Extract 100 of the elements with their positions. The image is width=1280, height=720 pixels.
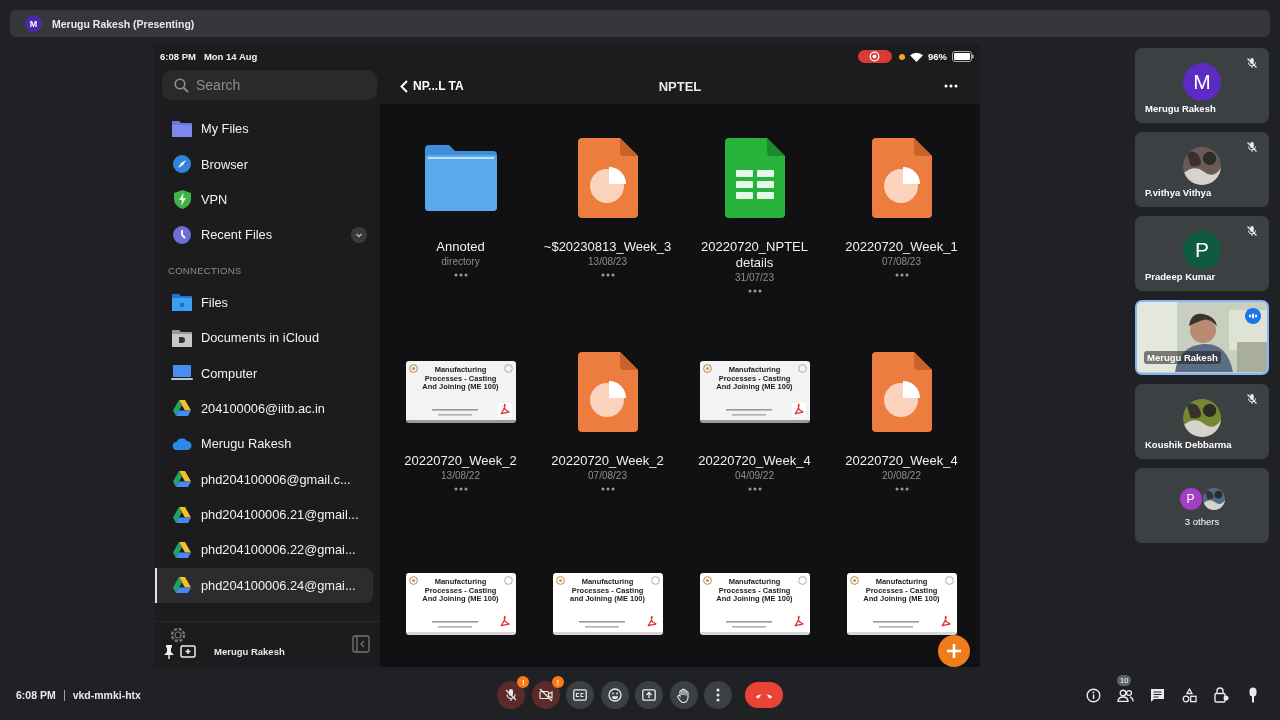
alert-badge: ! xyxy=(517,676,530,688)
file-name: 20220720_Week_4 xyxy=(844,453,959,469)
emblem-icon xyxy=(702,576,712,585)
back-button[interactable]: NP...L TA xyxy=(400,79,464,93)
emblem-icon xyxy=(797,364,807,373)
more-icon[interactable] xyxy=(599,273,616,277)
search-icon xyxy=(174,78,189,93)
shapes-icon[interactable] xyxy=(1181,687,1197,703)
sidebar-item[interactable]: phd204100006.24@gmai... xyxy=(155,567,373,604)
emblem-icon xyxy=(944,576,954,585)
file-date: 13/08/22 xyxy=(441,470,480,481)
sidebar-item[interactable]: Documents in iCloud xyxy=(155,319,373,356)
chat-icon[interactable] xyxy=(1149,687,1165,703)
sidebar-item[interactable]: Files xyxy=(155,284,373,320)
participant-name: 3 others xyxy=(1184,516,1220,527)
emblem-icon xyxy=(555,576,565,585)
presentation-file-icon[interactable] xyxy=(871,352,932,432)
emblem-icon xyxy=(650,576,660,585)
sidebar-item[interactable]: Computer xyxy=(155,355,373,391)
drive-icon xyxy=(173,400,191,417)
participant-tile[interactable]: P.vithya Vithya xyxy=(1135,132,1269,207)
battery-level: 96% xyxy=(928,51,947,62)
file-date: 20/08/22 xyxy=(882,470,921,481)
sidebar-item[interactable]: My Files xyxy=(155,111,373,147)
text-lines-icon xyxy=(431,621,478,629)
clock-icon xyxy=(173,225,191,244)
chevron-down-icon[interactable] xyxy=(351,226,367,243)
meeting-code: vkd-mmki-htx xyxy=(72,689,141,701)
participant-name: Merugu Rakesh xyxy=(1144,351,1221,364)
more-icon[interactable] xyxy=(599,487,616,491)
file-name: 20220720_Week_2 xyxy=(550,453,665,469)
present-screen-icon[interactable] xyxy=(180,645,196,658)
control-button[interactable] xyxy=(600,681,629,709)
folder-icon xyxy=(172,328,192,347)
more-icon[interactable] xyxy=(452,487,469,491)
microphone-icon[interactable] xyxy=(1248,687,1258,703)
speaking-icon xyxy=(1245,308,1261,324)
sidebar-item[interactable]: 204100006@iitb.ac.in xyxy=(155,390,373,427)
drive-icon xyxy=(173,471,191,488)
control-button[interactable] xyxy=(531,681,560,709)
hang-up-icon xyxy=(754,691,773,699)
file-name: 20220720_Week_2 xyxy=(403,453,518,469)
add-button[interactable] xyxy=(938,635,970,667)
control-button[interactable] xyxy=(669,681,698,709)
participant-tile[interactable]: M Merugu Rakesh xyxy=(1135,48,1269,123)
search-field[interactable]: Search xyxy=(162,70,377,100)
presentation-file-icon[interactable] xyxy=(577,352,638,432)
presentation-file-icon[interactable] xyxy=(871,138,932,218)
lock-icon[interactable] xyxy=(1213,687,1229,703)
file-name: 20220720_Week_4 xyxy=(697,453,812,469)
control-button[interactable] xyxy=(566,681,595,709)
compass-icon xyxy=(173,155,191,174)
file-date: directory xyxy=(441,256,480,267)
emblem-icon xyxy=(797,576,807,585)
participant-tile[interactable]: P 3 others xyxy=(1135,468,1269,543)
more-vertical-icon xyxy=(716,688,721,702)
text-lines-icon xyxy=(431,409,478,417)
emblem-icon xyxy=(503,576,513,585)
more-icon[interactable] xyxy=(746,487,763,491)
more-icon[interactable] xyxy=(893,273,910,277)
leave-call-button[interactable] xyxy=(744,682,783,708)
camera-off-icon xyxy=(538,688,553,702)
pdf-icon xyxy=(791,403,806,417)
sidebar-item[interactable]: phd204100006@gmail.c... xyxy=(155,461,373,497)
control-button[interactable] xyxy=(635,681,664,709)
participant-tile[interactable]: Koushik Debbarma xyxy=(1135,384,1269,459)
control-button[interactable] xyxy=(497,681,526,709)
present-screen-icon xyxy=(642,689,657,701)
sidebar-item[interactable]: phd204100006.22@gmai... xyxy=(155,532,373,568)
sidebar-item[interactable]: Browser xyxy=(155,146,373,182)
folder-icon[interactable] xyxy=(424,145,497,211)
file-name: 20220720_Week_1 xyxy=(844,239,959,255)
pin-icon[interactable] xyxy=(164,644,174,659)
participant-tile[interactable]: P Pradeep Kumar xyxy=(1135,216,1269,291)
emblem-icon xyxy=(702,364,712,373)
info-icon[interactable] xyxy=(1085,687,1101,703)
avatar: P xyxy=(1179,488,1202,510)
gear-icon[interactable] xyxy=(169,626,187,644)
collapse-sidebar-icon[interactable] xyxy=(352,634,370,653)
people-icon[interactable] xyxy=(1116,688,1134,702)
text-lines-icon xyxy=(725,409,772,417)
presenter-label: Merugu Rakesh (Presenting) xyxy=(52,17,195,30)
more-icon[interactable] xyxy=(746,289,763,293)
spreadsheet-file-icon[interactable] xyxy=(724,138,785,218)
more-icon[interactable] xyxy=(893,487,910,491)
participant-name: Merugu Rakesh xyxy=(214,646,285,657)
hand-icon xyxy=(676,687,691,703)
more-icon[interactable] xyxy=(942,84,960,88)
more-icon[interactable] xyxy=(452,273,469,277)
status-date: Mon 14 Aug xyxy=(203,51,258,62)
sidebar-item[interactable]: phd204100006.21@gmail... xyxy=(155,496,373,533)
emblem-icon xyxy=(849,576,859,585)
sidebar-item[interactable]: Merugu Rakesh xyxy=(155,426,373,462)
file-date: 04/09/22 xyxy=(735,470,774,481)
sidebar-item[interactable]: Recent Files xyxy=(155,217,373,253)
mic-off-icon xyxy=(504,688,519,702)
presentation-file-icon[interactable] xyxy=(577,138,638,218)
sidebar-item[interactable]: VPN xyxy=(155,181,373,218)
participant-tile[interactable]: Merugu Rakesh xyxy=(1135,300,1269,375)
file-date: 31/07/23 xyxy=(735,272,774,283)
